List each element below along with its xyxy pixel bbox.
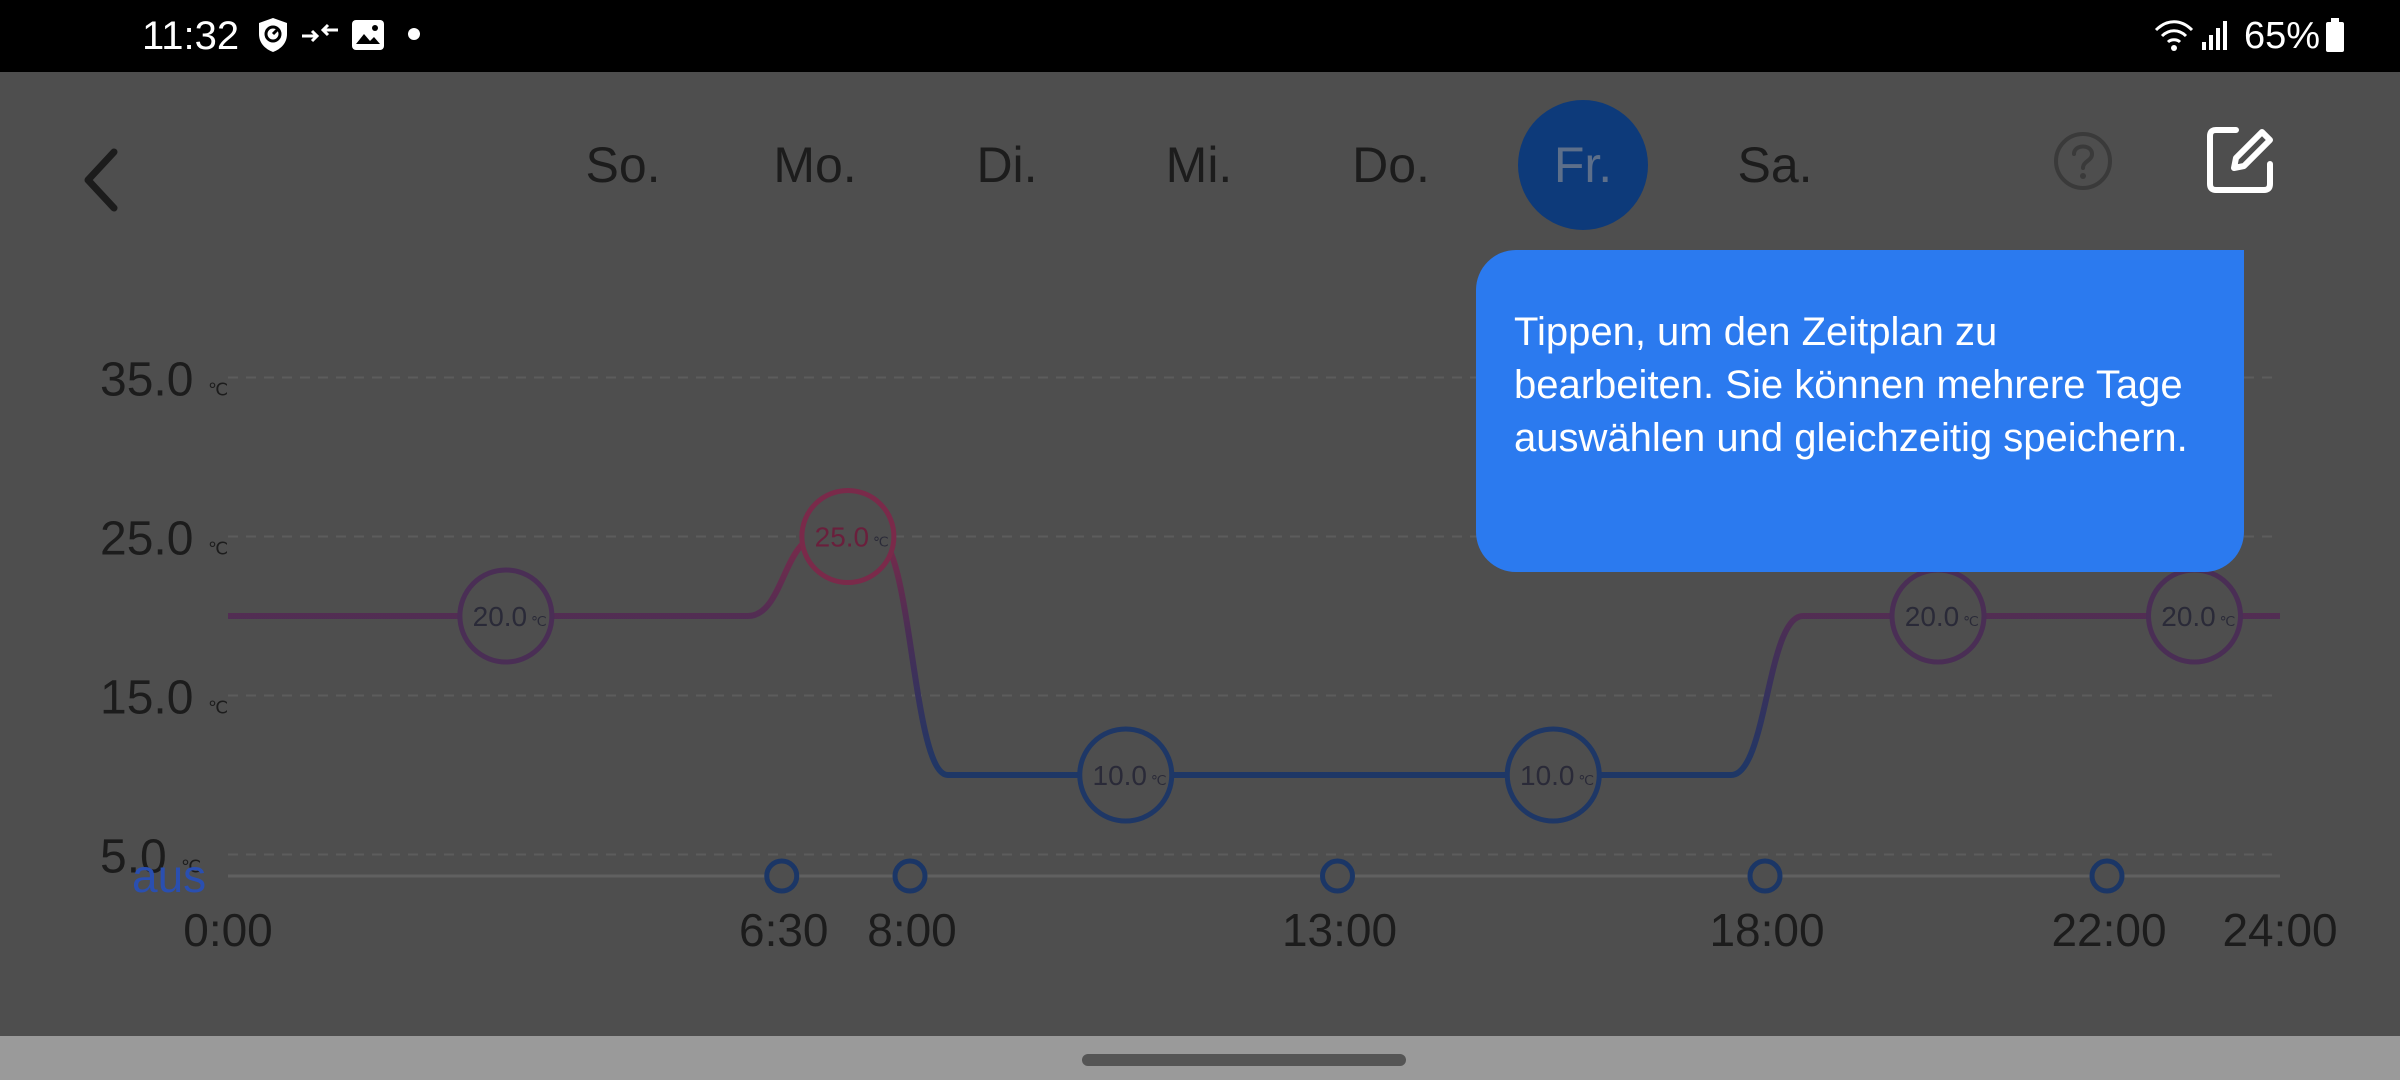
temperature-unit: ℃ <box>1578 772 1594 788</box>
switch-time-handle <box>1320 858 1355 894</box>
temperature-line <box>228 533 2280 778</box>
temperature-unit: ℃ <box>1963 613 1979 629</box>
y-tick-unit: ℃ <box>208 698 228 718</box>
home-indicator[interactable] <box>1082 1054 1406 1066</box>
switch-time-handle <box>2089 858 2125 894</box>
y-tick-label: 25.0 <box>100 513 193 566</box>
battery-icon <box>2326 18 2344 52</box>
temperature-unit: ℃ <box>531 613 547 629</box>
y-tick-unit: ℃ <box>208 539 228 559</box>
wifi-icon <box>2154 20 2194 51</box>
temperature-label: 20.0 <box>1905 601 1960 632</box>
status-time: 11:32 <box>142 14 240 58</box>
temperature-label: 25.0 <box>815 522 870 553</box>
x-tick-label: 18:00 <box>1709 904 1824 956</box>
x-tick-label: 13:00 <box>1282 904 1397 956</box>
tooltip-bubble: Tippen, um den Zeitplan zu bearbeiten. S… <box>1476 250 2244 572</box>
temperature-unit: ℃ <box>873 534 889 550</box>
x-tick-label: 0:00 <box>183 904 273 956</box>
notification-dot-icon <box>408 28 420 40</box>
y-tick-label: 15.0 <box>100 672 193 725</box>
gallery-icon <box>352 20 384 50</box>
x-tick-label: 22:00 <box>2051 904 2166 956</box>
temperature-label: 10.0 <box>1520 760 1575 791</box>
y-tick-unit: ℃ <box>208 380 228 400</box>
temperature-label: 20.0 <box>2161 601 2216 632</box>
switch-time-handle <box>892 858 928 894</box>
data-transfer-icon <box>302 23 338 43</box>
tooltip-text: Tippen, um den Zeitplan zu bearbeiten. S… <box>1514 310 2188 460</box>
temperature-label: 20.0 <box>473 601 528 632</box>
navigation-bar <box>0 1036 2400 1080</box>
switch-time-handle <box>764 858 800 894</box>
switch-time-handle <box>1747 858 1783 894</box>
temperature-unit: ℃ <box>2220 613 2236 629</box>
y-tick-label: 35.0 <box>100 354 193 407</box>
signal-icon <box>2202 21 2227 50</box>
shield-check-icon <box>259 18 287 52</box>
y-off-label: aus <box>132 850 206 902</box>
battery-percentage: 65% <box>2244 15 2321 57</box>
temperature-unit: ℃ <box>1151 772 1167 788</box>
x-tick-label: 8:00 <box>867 904 957 956</box>
x-tick-label: 24:00 <box>2222 904 2337 956</box>
x-tick-label: 6:30 <box>739 904 829 956</box>
status-bar: 11:32 65% <box>0 0 2400 72</box>
temperature-label: 10.0 <box>1093 760 1148 791</box>
